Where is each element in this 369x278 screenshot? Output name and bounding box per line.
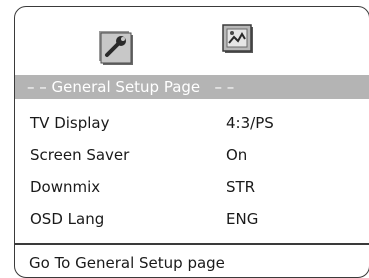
settings-list: TV Display 4:3/PS Screen Saver On Downmi…: [15, 107, 369, 235]
wrench-settings-icon: [99, 31, 133, 65]
setting-value: On: [226, 146, 248, 164]
setting-row-screen-saver[interactable]: Screen Saver On: [15, 139, 369, 171]
setting-label: TV Display: [30, 114, 110, 132]
setting-label: OSD Lang: [30, 210, 105, 228]
video-setup-tab[interactable]: [219, 19, 259, 59]
setting-value: STR: [226, 178, 256, 196]
setting-row-downmix[interactable]: Downmix STR: [15, 171, 369, 203]
page-title: – – General Setup Page – –: [15, 75, 369, 99]
general-setup-tab[interactable]: [95, 27, 135, 67]
setting-value: ENG: [226, 210, 259, 228]
setting-row-osd-lang[interactable]: OSD Lang ENG: [15, 203, 369, 235]
setting-row-tv-display[interactable]: TV Display 4:3/PS: [15, 107, 369, 139]
status-divider: [15, 243, 369, 245]
video-settings-icon: [222, 24, 253, 53]
status-bar-text: Go To General Setup page: [29, 254, 225, 272]
setting-label: Downmix: [30, 178, 101, 196]
setting-value: 4:3/PS: [226, 114, 274, 132]
osd-menu-frame: – – General Setup Page – – TV Display 4:…: [14, 6, 369, 278]
menu-tab-bar: [15, 15, 369, 75]
setting-label: Screen Saver: [30, 146, 130, 164]
